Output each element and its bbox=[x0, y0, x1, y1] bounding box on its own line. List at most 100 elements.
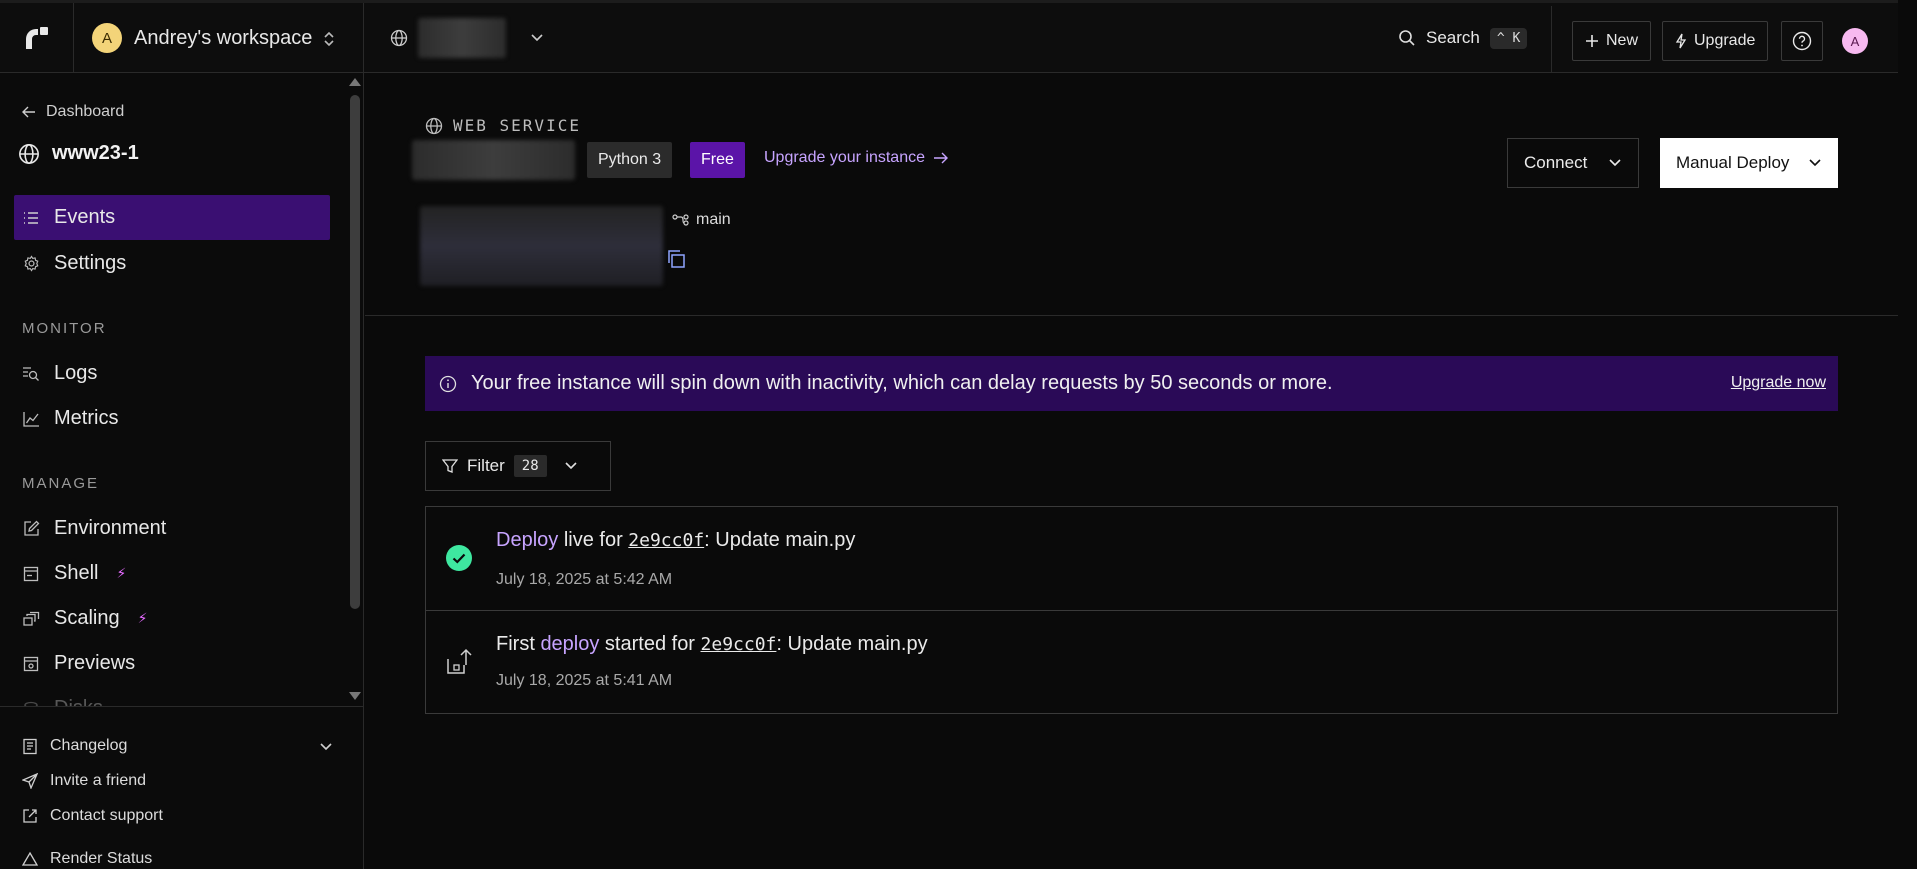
events-list: Deploy live for 2e9cc0f: Update main.py … bbox=[425, 506, 1838, 714]
sidebar-item-metrics[interactable]: Metrics bbox=[14, 396, 330, 441]
upgrade-instance-link[interactable]: Upgrade your instance bbox=[764, 149, 949, 167]
back-label: Dashboard bbox=[46, 103, 125, 120]
plan-badge: Free bbox=[690, 142, 745, 178]
sidebar-item-events[interactable]: Events bbox=[14, 195, 330, 240]
deploy-upload-icon bbox=[447, 648, 472, 674]
info-icon bbox=[439, 375, 457, 392]
search-button[interactable]: Search ^ K bbox=[1398, 3, 1528, 73]
new-button[interactable]: New bbox=[1572, 21, 1652, 61]
workspace-switcher[interactable]: A Andrey's workspace bbox=[74, 3, 364, 73]
scroll-up-arrow[interactable] bbox=[349, 78, 361, 86]
chevron-down-icon bbox=[565, 462, 577, 470]
event-title: Deploy live for 2e9cc0f: Update main.py bbox=[496, 529, 855, 552]
help-button[interactable] bbox=[1781, 21, 1823, 61]
sidebar-item-logs[interactable]: Logs bbox=[14, 351, 330, 396]
event-title-mid: live for bbox=[558, 529, 629, 551]
sidebar-item-environment[interactable]: Environment bbox=[14, 506, 330, 551]
event-title: First deploy started for 2e9cc0f: Update… bbox=[496, 633, 928, 656]
footer-item-status[interactable]: Render Status bbox=[22, 850, 152, 868]
chevron-down-icon bbox=[1609, 159, 1621, 167]
topbar-divider bbox=[1551, 6, 1552, 73]
sidebar-item-shell[interactable]: Shell ⚡ bbox=[14, 551, 330, 596]
sidebar-item-label: Scaling bbox=[54, 607, 120, 629]
footer-item-label: Contact support bbox=[50, 807, 163, 824]
sidebar-item-label: Disks bbox=[54, 697, 103, 706]
sidebar-item-label: Settings bbox=[54, 252, 127, 274]
sidebar-item-label: Previews bbox=[54, 652, 136, 674]
service-name-text: www23-1 bbox=[52, 142, 139, 164]
repo-info-redacted bbox=[420, 206, 663, 286]
back-to-dashboard-link[interactable]: Dashboard bbox=[22, 103, 124, 121]
sidebar-item-settings[interactable]: Settings bbox=[14, 241, 330, 286]
sidebar-item-scaling[interactable]: Scaling ⚡ bbox=[14, 596, 330, 641]
upgrade-button[interactable]: Upgrade bbox=[1662, 21, 1769, 61]
sidebar-scrollbar[interactable] bbox=[346, 73, 363, 706]
render-logo-icon bbox=[25, 27, 48, 49]
manual-deploy-button[interactable]: Manual Deploy bbox=[1660, 138, 1838, 188]
scaling-icon bbox=[22, 610, 40, 628]
runtime-badge: Python 3 bbox=[587, 142, 673, 178]
chevron-down-icon[interactable] bbox=[319, 742, 333, 752]
commit-link[interactable]: 2e9cc0f bbox=[701, 634, 777, 655]
send-icon bbox=[22, 773, 38, 789]
project-selector[interactable] bbox=[364, 3, 544, 73]
deploy-link[interactable]: Deploy bbox=[496, 529, 558, 551]
event-title-suffix: : Update main.py bbox=[704, 529, 856, 551]
upgrade-label: Upgrade bbox=[1694, 32, 1756, 49]
top-bar: A Andrey's workspace Search ^ K New Upgr… bbox=[0, 0, 1898, 73]
connect-button[interactable]: Connect bbox=[1507, 138, 1639, 188]
sidebar-item-previews[interactable]: Previews bbox=[14, 641, 330, 686]
sidebar-item-label: Shell bbox=[54, 562, 99, 584]
sidebar-item-label: Events bbox=[54, 206, 116, 228]
event-timestamp: July 18, 2025 at 5:41 AM bbox=[496, 672, 673, 689]
event-title-mid: started for bbox=[599, 633, 701, 655]
search-shortcut: ^ K bbox=[1489, 27, 1528, 49]
copy-icon[interactable] bbox=[666, 249, 686, 269]
project-name-redacted bbox=[418, 18, 506, 58]
footer-item-changelog[interactable]: Changelog bbox=[22, 737, 127, 755]
check-circle-icon bbox=[446, 545, 472, 571]
edit-icon bbox=[22, 520, 40, 538]
commit-link[interactable]: 2e9cc0f bbox=[628, 530, 704, 551]
render-logo[interactable] bbox=[0, 3, 74, 73]
footer-item-invite[interactable]: Invite a friend bbox=[22, 772, 146, 790]
chart-icon bbox=[22, 410, 40, 428]
event-title-suffix: : Update main.py bbox=[776, 633, 928, 655]
footer-item-label: Render Status bbox=[50, 850, 153, 867]
footer-item-label: Invite a friend bbox=[50, 772, 147, 789]
filter-label: Filter bbox=[467, 456, 505, 475]
premium-bolt-icon: ⚡ bbox=[137, 610, 148, 626]
manual-deploy-label: Manual Deploy bbox=[1676, 153, 1790, 172]
service-type-label: WEB SERVICE bbox=[453, 116, 581, 135]
status-icon bbox=[22, 851, 38, 866]
footer-item-support[interactable]: Contact support bbox=[22, 807, 163, 825]
chevron-down-icon bbox=[1809, 159, 1821, 167]
event-title-prefix: First bbox=[496, 633, 541, 655]
banner-message: Your free instance will spin down with i… bbox=[471, 372, 1333, 394]
scroll-down-arrow[interactable] bbox=[349, 692, 361, 700]
scrollbar-thumb[interactable] bbox=[350, 95, 360, 609]
sidebar-item-disks[interactable]: Disks bbox=[14, 686, 330, 706]
event-row[interactable]: First deploy started for 2e9cc0f: Update… bbox=[426, 611, 1837, 713]
bolt-icon bbox=[1675, 33, 1687, 49]
globe-icon bbox=[19, 143, 39, 164]
deploy-link[interactable]: deploy bbox=[540, 633, 599, 655]
free-instance-banner: Your free instance will spin down with i… bbox=[425, 356, 1838, 411]
question-icon bbox=[1792, 31, 1812, 51]
workspace-name: Andrey's workspace bbox=[134, 26, 313, 49]
filter-button[interactable]: Filter 28 bbox=[425, 441, 611, 491]
globe-icon bbox=[425, 117, 443, 134]
search-icon bbox=[1399, 30, 1415, 46]
upgrade-now-link[interactable]: Upgrade now bbox=[1731, 374, 1826, 392]
git-branch-icon bbox=[672, 214, 689, 226]
sidebar-item-label: Metrics bbox=[54, 407, 119, 429]
section-title-manage: MANAGE bbox=[22, 475, 100, 492]
filter-icon bbox=[442, 459, 458, 473]
external-icon bbox=[23, 809, 37, 823]
connect-label: Connect bbox=[1524, 153, 1588, 172]
user-avatar[interactable]: A bbox=[1842, 28, 1868, 54]
book-icon bbox=[23, 738, 37, 754]
header-divider bbox=[365, 315, 1898, 316]
section-title-monitor: MONITOR bbox=[22, 320, 107, 337]
event-row[interactable]: Deploy live for 2e9cc0f: Update main.py … bbox=[426, 507, 1837, 611]
